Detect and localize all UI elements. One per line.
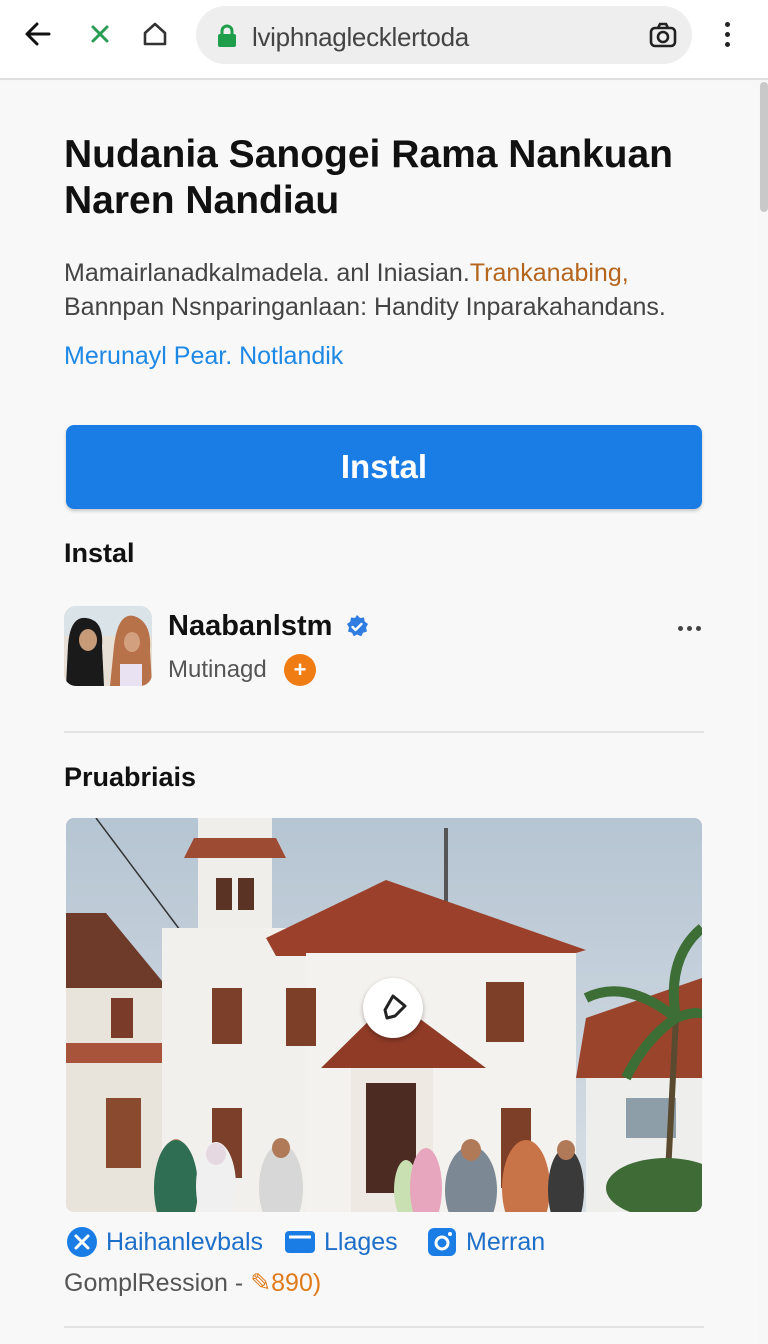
avatar[interactable] bbox=[64, 606, 152, 686]
home-icon[interactable] bbox=[135, 14, 175, 54]
browser-toolbar: lviphnaglecklertoda bbox=[0, 0, 768, 80]
meta-prefix: GomplRession - bbox=[64, 1269, 244, 1297]
chip-row: Haihanlevbals Llages Merran bbox=[64, 1226, 704, 1266]
plus-badge-icon[interactable]: + bbox=[284, 654, 316, 686]
scrollbar[interactable] bbox=[760, 82, 768, 212]
x-circle-icon bbox=[66, 1226, 98, 1258]
address-bar[interactable]: lviphnaglecklertoda bbox=[196, 6, 692, 64]
description-highlight: Trankanabing, bbox=[469, 259, 629, 287]
publisher-name[interactable]: Naabanlstm bbox=[168, 610, 332, 643]
mail-icon bbox=[284, 1226, 316, 1258]
meta-line: GomplRession - ✎890) bbox=[64, 1268, 321, 1298]
chip-label: Llages bbox=[324, 1227, 398, 1256]
lock-icon bbox=[216, 24, 238, 48]
url-text[interactable]: lviphnaglecklertoda bbox=[252, 22, 469, 53]
tag-icon: ✎ bbox=[250, 1269, 272, 1297]
pin-icon[interactable] bbox=[363, 978, 423, 1038]
description-main: Mamairlanadkalmadela. anl Iniasian. bbox=[64, 259, 470, 287]
meta-value: 890) bbox=[271, 1269, 322, 1297]
verified-badge-icon bbox=[344, 614, 370, 640]
publisher-subtitle: Mutinagd bbox=[168, 656, 267, 683]
install-button[interactable]: Instal bbox=[66, 425, 702, 509]
back-arrow-icon[interactable] bbox=[18, 14, 58, 54]
info-link[interactable]: Merunayl Pear. Notlandik bbox=[64, 342, 343, 371]
divider bbox=[64, 731, 704, 733]
page-title: Nudania Sanogei Rama Nankuan Naren Nandi… bbox=[64, 133, 673, 222]
chip-llages[interactable]: Llages bbox=[284, 1226, 398, 1258]
preview-section-label: Pruabriais bbox=[64, 762, 197, 792]
publisher-profile[interactable]: Naabanlstm Mutinagd + bbox=[64, 606, 704, 688]
close-x-icon[interactable] bbox=[80, 14, 120, 54]
camera-icon[interactable] bbox=[648, 20, 678, 50]
install-section-label: Instal bbox=[64, 538, 135, 568]
chip-label: Haihanlevbals bbox=[106, 1227, 264, 1256]
description-line-2: Bannpan Nsnparinganlaan: Handity Inparak… bbox=[64, 293, 666, 321]
divider bbox=[64, 1326, 704, 1328]
chip-merran[interactable]: Merran bbox=[426, 1226, 545, 1258]
chip-label: Merran bbox=[466, 1227, 546, 1256]
chip-haihanlevbals[interactable]: Haihanlevbals bbox=[66, 1226, 263, 1258]
more-horiz-icon[interactable] bbox=[674, 618, 704, 638]
more-vert-icon[interactable] bbox=[710, 14, 744, 54]
page-description: Mamairlanadkalmadela. anl Iniasian.Trank… bbox=[64, 256, 724, 324]
camera-square-icon bbox=[426, 1226, 458, 1258]
